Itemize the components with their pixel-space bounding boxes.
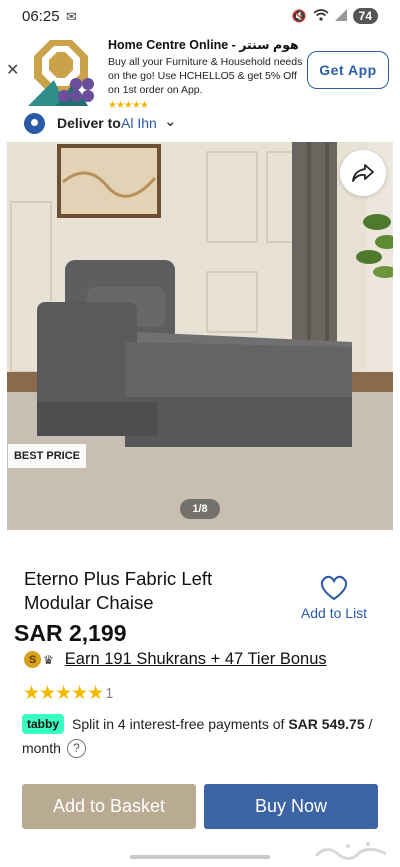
shukran-link[interactable]: Earn 191 Shukrans + 47 Tier Bonus [65,650,327,669]
banner-title: Home Centre Online - هوم سنتر [108,38,299,52]
tabby-text: Split in 4 interest-free payments of [72,716,289,732]
buy-now-button[interactable]: Buy Now [204,784,378,829]
heart-icon [320,575,348,601]
shukran-rewards[interactable]: S ♛ Earn 191 Shukrans + 47 Tier Bonus [24,650,327,669]
product-title: Eterno Plus Fabric Left Modular Chaise [24,568,213,613]
tabby-installments: tabby Split in 4 interest-free payments o… [22,712,382,760]
watermark-logo [314,842,387,860]
deliver-city[interactable]: Al Ihn [121,115,157,131]
close-icon[interactable]: ✕ [6,60,19,80]
add-to-basket-button[interactable]: Add to Basket [22,784,196,829]
shukran-coin-icon: S [24,651,41,668]
add-to-list-button[interactable]: Add to List [296,575,372,621]
tabby-logo: tabby [22,714,65,734]
rating-count: 1 [105,685,114,702]
product-image-gallery[interactable] [7,142,393,530]
mute-icon: 🔇 [291,9,307,23]
add-to-list-label: Add to List [300,605,368,621]
product-rating[interactable]: ★★★★★ 1 [23,682,114,705]
banner-description: Buy all your Furniture & Household needs… [108,56,303,96]
status-icons: 🔇 74 [292,8,378,24]
rating-stars: ★★★★★ [23,683,104,704]
share-button[interactable] [340,150,386,196]
mail-icon: ✉ [66,9,77,24]
wifi-icon [313,8,329,24]
location-pin-icon [24,113,45,134]
product-image [7,142,393,530]
image-counter: 1/8 [180,499,220,519]
signal-icon [334,8,347,24]
get-app-button[interactable]: Get App [307,51,389,89]
app-install-banner: ✕ Home Centre Online - هوم سنتر Buy all … [0,34,400,111]
help-icon[interactable]: ? [66,739,86,758]
status-bar: 06:25 ✉ 🔇 74 [0,0,400,34]
chevron-down-icon[interactable]: ⌄ [164,112,177,130]
product-price: SAR 2,199 [14,620,127,646]
battery-indicator: 74 [352,8,378,24]
tabby-amount: SAR 549.75 [288,716,365,732]
deliver-label: Deliver to [57,115,121,131]
status-time: 06:25 [22,8,60,25]
home-indicator[interactable] [130,855,270,859]
delivery-location-selector[interactable]: Deliver to Al Ihn ⌄ [0,110,400,140]
share-icon [352,164,374,182]
crown-icon: ♛ [43,652,54,667]
app-logo [26,36,96,106]
best-price-badge: BEST PRICE [8,444,86,468]
